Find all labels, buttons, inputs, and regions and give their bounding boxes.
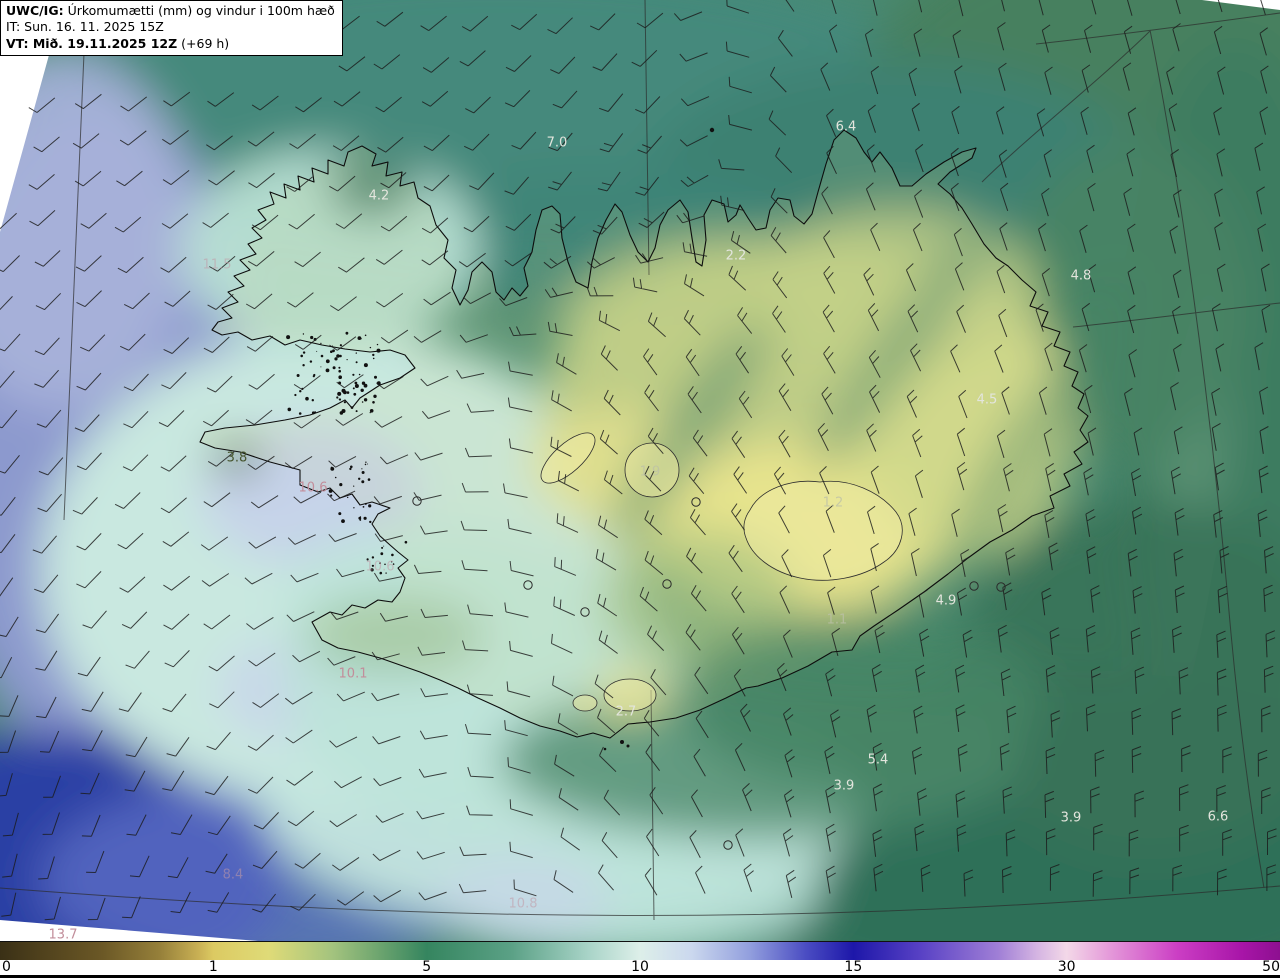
title-line-valid: VT: Mið. 19.11.2025 12Z (+69 h) — [6, 36, 335, 52]
title-box: UWC/IG: Úrkomumætti (mm) og vindur i 100… — [0, 0, 343, 56]
colorbar-tick-label: 0 — [2, 959, 11, 975]
colorbar-tick-label: 10 — [631, 959, 649, 975]
valid-time: VT: Mið. 19.11.2025 12Z — [6, 35, 178, 51]
colorbar-ticks: 0 1 5 10 15 30 50 — [0, 959, 1280, 975]
product-subtitle: Úrkomumætti (mm) og vindur i 100m hæð — [63, 3, 335, 18]
colorbar-tick-label: 50 — [1262, 959, 1280, 975]
colorbar-tick-label: 1 — [208, 959, 218, 975]
colorbar-tick-label: 15 — [844, 959, 863, 975]
title-line-init: IT: Sun. 16. 11. 2025 15Z — [6, 19, 164, 35]
colorbar: 0 1 5 10 15 30 50 — [0, 941, 1280, 978]
colorbar-tick-label: 5 — [422, 959, 432, 975]
glacier-myrdalsjokull — [603, 678, 657, 712]
product-id: UWC/IG: — [6, 3, 64, 18]
title-line-product: UWC/IG: Úrkomumætti (mm) og vindur i 100… — [6, 3, 335, 19]
colorbar-tick-label: 30 — [1057, 959, 1076, 975]
colorbar-gradient — [0, 941, 1280, 960]
glacier-hofsjokull — [624, 442, 680, 498]
glacier-eyjafjallajokull — [572, 694, 598, 712]
weather-map-screenshot: 7.0 6.4 4.2 2.2 4.8 4.5 4.9 5.4 3.9 3.9 6.6 2.7 11.5… — [0, 0, 1280, 978]
weather-map — [0, 0, 1280, 941]
valid-offset: (+69 h) — [177, 35, 230, 51]
